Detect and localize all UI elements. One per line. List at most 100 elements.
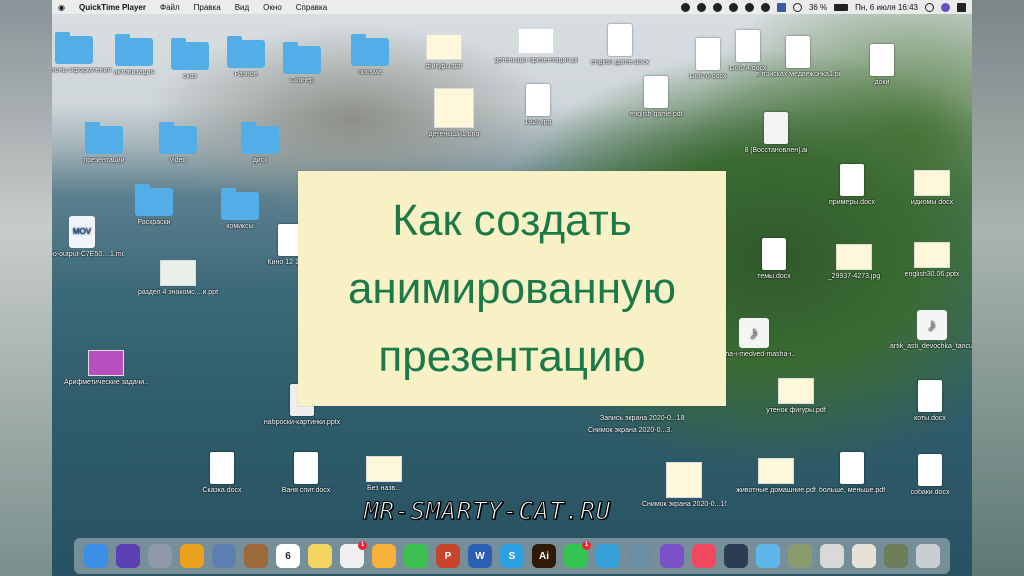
desktop-file[interactable]: english30.06.pptx (890, 242, 972, 279)
dock-powerpoint-icon[interactable]: P (436, 544, 460, 568)
menu-help[interactable]: Справка (296, 3, 327, 12)
dock-notes-brown-icon[interactable] (244, 544, 268, 568)
record-icon[interactable] (680, 2, 690, 12)
desktop-file[interactable]: детеныши презентация.pdf (494, 28, 578, 65)
menu-view[interactable]: Вид (235, 3, 249, 12)
desktop-file[interactable]: Без назв... (342, 456, 426, 493)
whatsapp-status-icon[interactable] (744, 2, 754, 12)
viber-status-icon[interactable] (712, 2, 722, 12)
dock-image-capture-icon[interactable] (628, 544, 652, 568)
desktop-file[interactable]: Арифметические задачи....stok.pps (64, 350, 148, 387)
desktop-file[interactable]: примеры.docx (810, 164, 894, 207)
dock-stack-3-icon[interactable] (852, 544, 876, 568)
desktop-file[interactable]: Сказка.docx (180, 452, 264, 495)
desktop-file[interactable]: раздел 4 знакомс....и.ppt (136, 260, 220, 297)
battery-percent[interactable]: 36 % (809, 3, 827, 12)
document-icon (918, 454, 942, 486)
search-icon[interactable] (925, 2, 934, 12)
skype-status-icon[interactable] (696, 2, 706, 12)
battery-icon[interactable] (834, 3, 849, 11)
desktop-file[interactable]: животные домашние.pdf (734, 458, 818, 495)
dock-chrome-icon[interactable] (180, 544, 204, 568)
title-line-1: Как создать (392, 195, 632, 245)
dock-telegram-icon[interactable] (596, 544, 620, 568)
dock-illustrator-icon[interactable]: Ai (532, 544, 556, 568)
desktop-file[interactable]: идиомы.docx (890, 170, 972, 207)
watermark-text: MR-SMARTY-CAT.RU (363, 497, 612, 526)
desktop-file[interactable]: коты.docx (888, 380, 972, 423)
menu-file[interactable]: Файл (160, 3, 180, 12)
siri-menu-icon[interactable] (941, 2, 950, 12)
dock-notes-icon[interactable] (308, 544, 332, 568)
desktop-file[interactable]: темы.docx (732, 238, 816, 281)
desktop-file[interactable]: фигуры.pdf (402, 34, 486, 71)
eye-icon[interactable] (760, 2, 770, 12)
desktop-file[interactable]: в поисках медвежонка1.pdf (756, 36, 840, 79)
dock-skype-icon[interactable]: S (500, 544, 524, 568)
notification-center-icon[interactable] (957, 2, 966, 12)
dock-stack-1-icon[interactable] (788, 544, 812, 568)
dock-music-icon[interactable] (692, 544, 716, 568)
dock-stack-2-icon[interactable] (820, 544, 844, 568)
icon-label: Ваня спит.docx (281, 487, 331, 494)
telegram-status-icon[interactable] (728, 2, 738, 12)
icon-label: video-output-C7E50....1.mov (52, 251, 124, 258)
macos-desktop: ◉ QuickTime Player Файл Правка Вид Окно … (52, 0, 972, 576)
menu-edit[interactable]: Правка (194, 3, 221, 12)
dock: 6 1 P W S Ai 1 (74, 538, 950, 574)
datetime[interactable]: Пн, 6 июля 16:43 (855, 3, 918, 12)
dock-finder-icon[interactable] (84, 544, 108, 568)
image-thumbnail-icon (426, 34, 462, 60)
desktop-file[interactable]: english game.docx (578, 24, 662, 67)
icon-label: наброски-картинки.pptx (263, 419, 341, 426)
wifi-icon[interactable] (792, 2, 802, 12)
dock-reminders-icon[interactable]: 1 (340, 541, 367, 568)
dock-photos-icon[interactable] (372, 544, 396, 568)
image-thumbnail-icon (160, 260, 196, 286)
dock-calendar-icon[interactable]: 6 (276, 544, 300, 568)
menu-window[interactable]: Окно (263, 3, 282, 12)
dock-messages-icon[interactable] (404, 544, 428, 568)
desktop-folder[interactable]: Раскраски (112, 184, 196, 227)
desktop-file[interactable]: детеныши1.png (412, 88, 496, 139)
desktop-file[interactable]: Запись экрана 2020-0...18.21.00 (600, 412, 684, 423)
title-line-3: презентацию (378, 331, 646, 381)
dock-viber-icon[interactable] (660, 544, 684, 568)
desktop-file[interactable]: больше, меньше.pdf (810, 452, 894, 495)
document-icon (918, 380, 942, 412)
desktop-file[interactable]: доки (840, 44, 924, 87)
desktop-file[interactable]: ♪ artik_asti_devochka_tancuj....om.mp3 (890, 310, 972, 351)
dock-whatsapp-icon[interactable]: 1 (564, 541, 591, 568)
dock-word-icon[interactable]: W (468, 544, 492, 568)
desktop-folder[interactable]: video (136, 122, 220, 165)
folder-icon (221, 188, 259, 220)
document-icon (210, 452, 234, 484)
desktop-file[interactable]: утенок фигуры.pdf (754, 378, 838, 415)
dock-downloads-folder-icon[interactable] (756, 544, 780, 568)
desktop-file[interactable]: Ваня спит.docx (264, 452, 348, 495)
dock-launchpad-icon[interactable] (148, 544, 172, 568)
desktop-folder[interactable]: презентации (62, 122, 146, 165)
desktop-folder[interactable]: письма (328, 34, 412, 77)
dock-stack-4-icon[interactable] (884, 544, 908, 568)
desktop-file[interactable]: _29937-4273.jpg (812, 244, 896, 281)
desktop-file[interactable]: 8 [Восстановлен].ai (734, 112, 818, 155)
dock-preview-icon[interactable] (212, 544, 236, 568)
desktop-file[interactable]: 1926.jpg (496, 84, 580, 127)
apple-menu-icon[interactable]: ◉ (58, 3, 65, 12)
document-icon (608, 24, 632, 56)
folder-icon (283, 42, 321, 74)
dock-siri-icon[interactable] (116, 544, 140, 568)
folder-icon (351, 34, 389, 66)
desktop-file[interactable]: собаки.docx (888, 454, 972, 497)
icon-label: artik_asti_devochka_tancuj....om.mp3 (890, 343, 972, 350)
document-icon (870, 44, 894, 76)
app-name-menu[interactable]: QuickTime Player (79, 3, 146, 12)
desktop-file[interactable]: MOV video-output-C7E50....1.mov (52, 216, 124, 259)
dock-trash-icon[interactable] (916, 544, 940, 568)
desktop-file[interactable]: Снимок экрана 2020-0...15.20.35 (642, 462, 726, 509)
desktop-file[interactable]: english game.pdf (614, 76, 698, 119)
desktop-folder[interactable]: диск (218, 122, 302, 165)
dock-quicktime-icon[interactable] (724, 544, 748, 568)
flag-icon[interactable] (776, 2, 786, 12)
